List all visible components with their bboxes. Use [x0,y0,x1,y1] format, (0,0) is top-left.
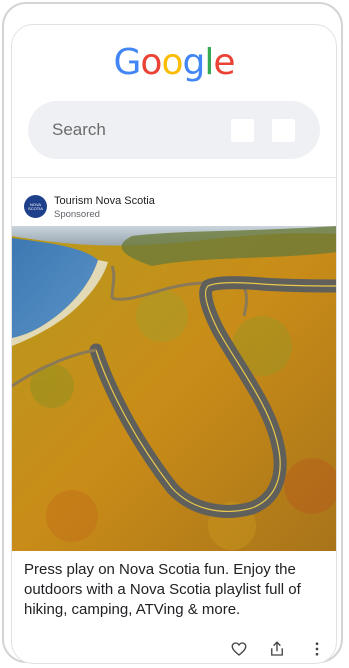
more-vert-icon[interactable] [308,640,326,658]
logo-letter: e [213,42,235,83]
logo-letter: G [113,42,142,83]
advertiser-avatar[interactable]: NOVA SCOTIA [24,195,47,218]
advertiser-name[interactable]: Tourism Nova Scotia [54,195,155,207]
heart-icon[interactable] [230,640,248,658]
sponsored-label: Sponsored [54,209,100,220]
ad-image[interactable] [12,226,337,551]
logo-letter: g [182,42,205,83]
search-placeholder: Search [52,120,106,139]
lens-search-icon[interactable] [272,119,295,142]
logo-letter: l [204,42,214,83]
google-logo: Google [12,43,336,83]
avatar-logo-text: NOVA SCOTIA [28,202,43,211]
share-icon[interactable] [268,640,286,658]
divider [12,177,336,178]
voice-search-icon[interactable] [231,119,254,142]
browser-screen: Google Search NOVA SCOTIA Tourism Nova S… [11,24,337,664]
ad-actions [12,640,336,660]
ad-caption[interactable]: Press play on Nova Scotia fun. Enjoy the… [24,560,329,620]
search-bar[interactable]: Search [28,101,320,159]
logo-letter: o [140,42,162,83]
logo-letter: o [161,42,183,83]
